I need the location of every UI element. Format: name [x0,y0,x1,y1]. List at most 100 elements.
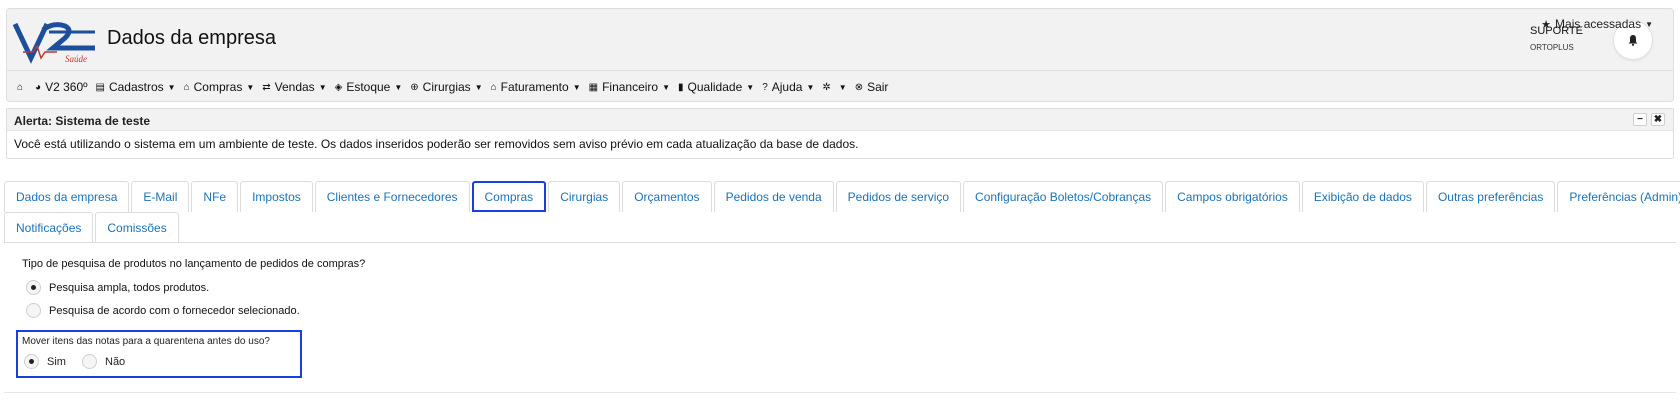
tab-campos-obrigatorios[interactable]: Campos obrigatórios [1165,181,1300,212]
menu-item-qualidade[interactable]: ▮ Qualidade ▼ [678,80,754,94]
alert-panel: Alerta: Sistema de teste − ✖ Você está u… [6,108,1674,159]
menu-item-cirurgias[interactable]: ⊕ Cirurgias ▼ [410,80,482,94]
bank-icon: ⌂ [490,81,497,93]
main-menu: ⌂ ◕ V2 360º ▤ Cadastros ▼ ⌂ Compras ▼ ⇄ Vendas ▼ ◈ Es… [7,72,1673,102]
menu-item-vendas[interactable]: ⇄ Vendas ▼ [262,80,326,94]
menu-item-compras[interactable]: ⌂ Compras ▼ [184,80,255,94]
menu-item-label: Estoque [346,80,391,94]
menu-item-label: Vendas [274,80,315,94]
tab-outras-preferencias[interactable]: Outras preferências [1425,181,1556,212]
radio-button[interactable] [26,303,41,318]
radio-label: Pesquisa de acordo com o fornecedor sele… [49,304,300,317]
menu-item-label: Sair [867,80,889,94]
chevron-down-icon: ▼ [572,82,581,92]
radio-dot [31,285,36,290]
tab-preferencias-admin[interactable]: Preferências (Admin) [1557,181,1680,212]
menu-item-label: Compras [193,80,243,94]
tab-pedidos-de-venda[interactable]: Pedidos de venda [713,181,834,212]
radio-label: Não [105,355,126,368]
menu-item-label: Cirurgias [422,80,471,94]
close-circle-icon: ⊗ [854,81,864,93]
tag-icon: ◈ [334,81,343,93]
chevron-down-icon: ▼ [318,82,327,92]
chevron-down-icon: ▼ [1645,19,1653,29]
star-icon: ★ [1541,18,1552,31]
book-icon: ▮ [678,81,684,93]
radio-button[interactable] [82,354,97,369]
radio-button[interactable] [24,354,39,369]
radio-option-sim[interactable]: Sim [24,354,66,369]
chevron-down-icon: ▼ [394,82,403,92]
menu-favorites[interactable]: ★ Mais acessadas ▼ [1541,9,1653,39]
menu-item-faturamento[interactable]: ⌂ Faturamento ▼ [491,80,581,94]
quarantine-question: Mover itens das notas para a quarentena … [16,330,302,378]
home-icon: ⌂ [17,81,24,93]
tab-cirurgias[interactable]: Cirurgias [548,181,621,212]
alert-tools: − ✖ [1633,113,1665,126]
chevron-down-icon: ▼ [838,82,847,92]
exchange-icon: ⇄ [262,81,271,93]
menu-item-label: Qualidade [687,80,743,94]
menu-item-label: Cadastros [108,80,164,94]
menu-item-financeiro[interactable]: ▦ Financeiro ▼ [589,80,670,94]
menu-item-sair[interactable]: ⊗ Sair [855,80,889,94]
chevron-down-icon: ▼ [167,82,176,92]
tab-comissoes[interactable]: Comissões [95,212,179,243]
chevron-down-icon: ▼ [246,82,255,92]
close-icon[interactable]: ✖ [1651,113,1665,126]
question-quarantine: Mover itens das notas para a quarentena … [22,336,270,347]
radio-option-supplier[interactable]: Pesquisa de acordo com o fornecedor sele… [26,303,300,318]
plus-circle-icon: ⊕ [410,81,419,93]
tab-pedidos-de-servico[interactable]: Pedidos de serviço [835,181,962,212]
tab-e-mail[interactable]: E-Mail [131,181,190,212]
chevron-down-icon: ▼ [746,82,755,92]
radio-option-broad[interactable]: Pesquisa ampla, todos produtos. [26,280,209,295]
top-bar: Saúde Dados da empresa SUPORTE ORTOPLUS [7,9,1673,71]
page-title: Dados da empresa [107,27,276,49]
shopping-bag-icon: ⌂ [183,81,190,93]
menu-item-label: Faturamento [500,80,569,94]
tab-exibicao-de-dados[interactable]: Exibição de dados [1301,181,1424,212]
chevron-down-icon: ▼ [474,82,483,92]
menu-item-estoque[interactable]: ◈ Estoque ▼ [335,80,403,94]
tab-divider [4,242,1676,243]
header: Saúde Dados da empresa SUPORTE ORTOPLUS … [6,8,1674,102]
menu-item-home[interactable]: ⌂ [17,82,27,93]
radio-button[interactable] [26,280,41,295]
file-icon: ▤ [95,81,105,93]
menu-item-cadastros[interactable]: ▤ Cadastros ▼ [96,80,176,94]
menu-item-ajuda[interactable]: ? Ajuda ▼ [762,80,814,94]
chevron-down-icon: ▼ [806,82,815,92]
menu-favorites-label: Mais acessadas [1555,17,1642,31]
pie-chart-icon: ◕ [35,81,42,93]
menu-item-v2-360-[interactable]: ◕ V2 360º [35,80,87,94]
money-icon: ▦ [588,81,599,93]
question-search-type: Tipo de pesquisa de produtos no lançamen… [22,258,366,270]
radio-option-nao[interactable]: Não [82,354,125,369]
tab-notificacoes[interactable]: Notificações [4,212,94,243]
tab-compras[interactable]: Compras [471,181,547,212]
tab-configuracao-boletos-cobrancas[interactable]: Configuração Boletos/Cobranças [963,181,1164,212]
user-org: ORTOPLUS [1530,43,1574,52]
tab-dados-da-empresa[interactable]: Dados da empresa [4,181,130,212]
logo[interactable]: Saúde [13,18,101,64]
content-divider [4,392,1676,393]
menu-item-gear[interactable]: ✲ ▼ [822,82,846,93]
chevron-down-icon: ▼ [662,82,671,92]
svg-text:Saúde: Saúde [65,54,87,64]
question-icon: ? [762,81,768,93]
tab-clientes-e-fornecedores[interactable]: Clientes e Fornecedores [314,181,470,212]
radio-dot [29,359,34,364]
menu-item-label: Financeiro [602,80,659,94]
tab-orcamentos[interactable]: Orçamentos [622,181,712,212]
alert-title: Alerta: Sistema de teste [7,109,1673,131]
menu-item-label: Ajuda [771,80,803,94]
radio-label: Pesquisa ampla, todos produtos. [49,281,210,294]
tab-impostos[interactable]: Impostos [240,181,313,212]
tab-nfe[interactable]: NFe [191,181,239,212]
menu-item-label: V2 360º [45,80,88,94]
gear-icon: ✲ [822,81,831,93]
minimize-icon[interactable]: − [1633,113,1647,126]
tab-row-1: Dados da empresa E-Mail NFe Impostos Cliente… [4,181,1680,212]
radio-label: Sim [47,355,66,368]
